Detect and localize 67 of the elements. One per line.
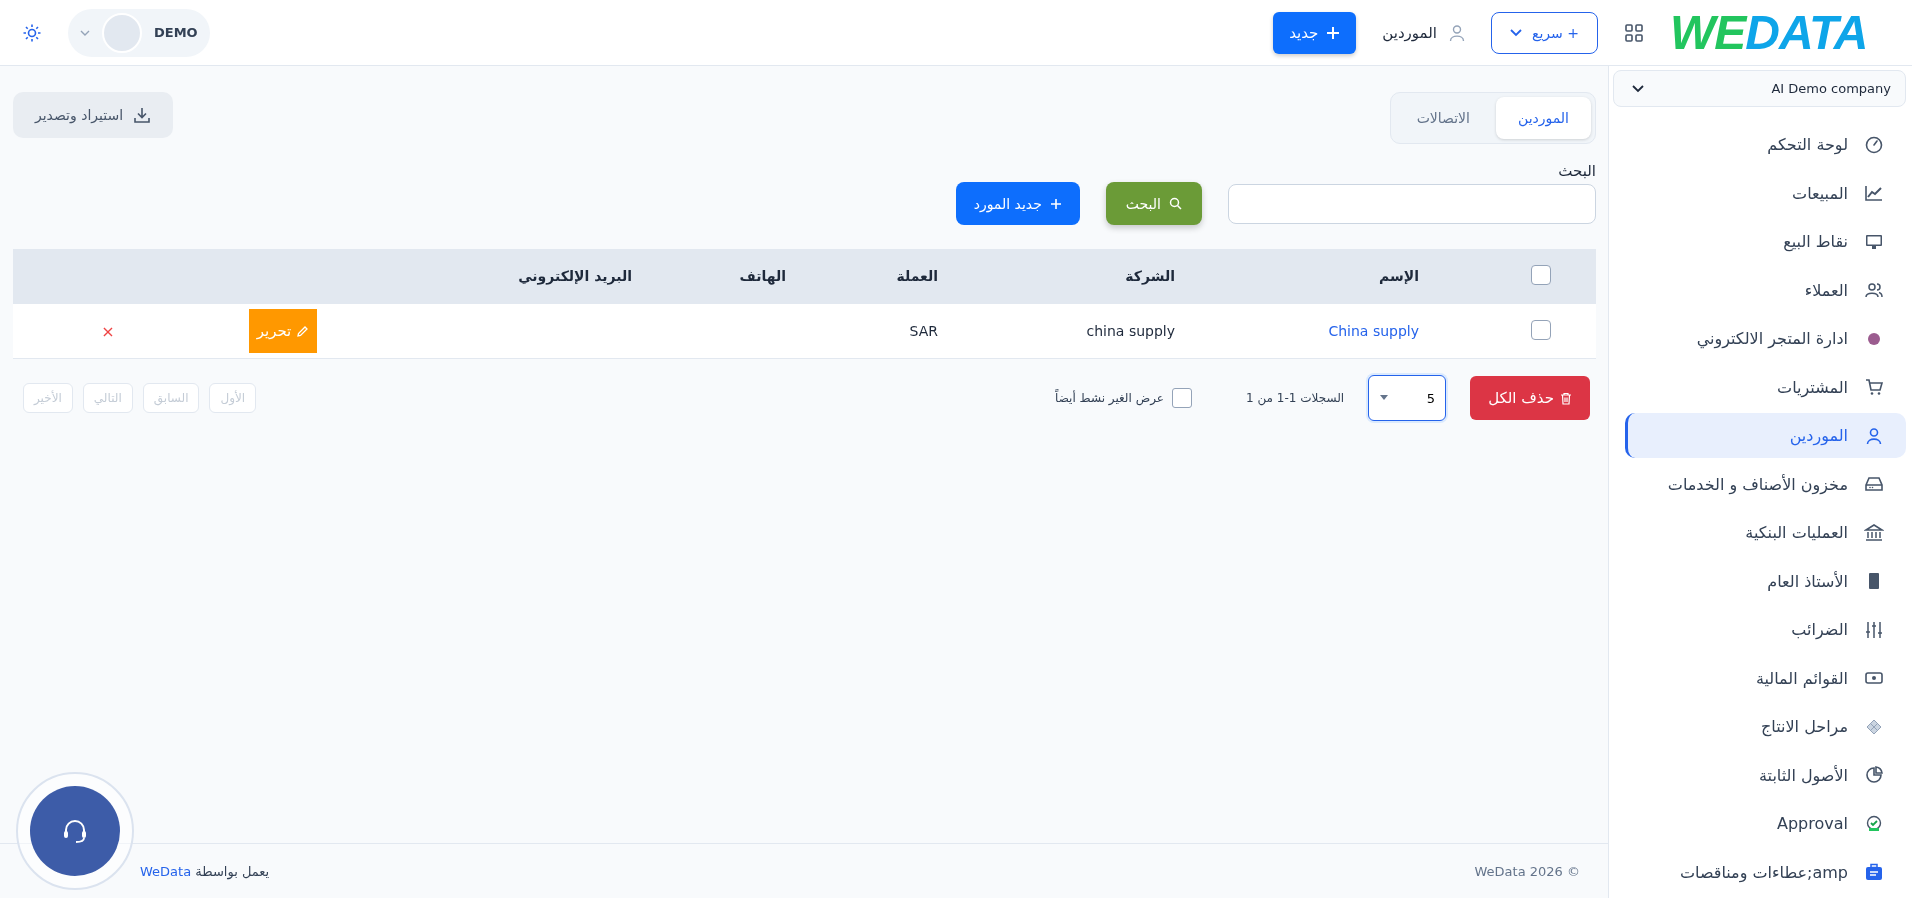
delete-button[interactable]: × [97,321,119,341]
sidebar-item[interactable]: لوحة التحكم [1613,122,1906,168]
briefcase-icon [1864,862,1884,883]
records-count: السجلات 1-1 من 1 [1245,391,1345,405]
page-size-select[interactable]: 5 [1368,375,1447,421]
pie-chart-icon [1864,765,1884,786]
sidebar-item[interactable]: مراحل الانتاج [1613,704,1906,750]
line-chart-icon [1864,183,1884,204]
plus-icon [1326,25,1341,40]
column-header: الشركة [1124,268,1176,284]
sidebar-item[interactable]: مخزون الأصناف و الخدمات [1613,461,1906,507]
sidebar-item[interactable]: amp;عطاءات ومناقصات [1613,849,1906,895]
sidebar-item[interactable]: الأصول الثابتة [1613,752,1906,798]
search-field[interactable] [1228,184,1596,224]
table-cell-text: SAR [908,323,939,339]
search-label: البحث [1557,162,1596,180]
page-title: الموردين [1382,23,1437,42]
supplier-link[interactable]: China supply [1328,323,1419,339]
select-all-checkbox[interactable] [1531,265,1551,285]
sliders-icon [1864,619,1884,640]
search-icon [1169,197,1182,210]
user-icon [1864,425,1884,446]
sidebar-item[interactable]: العمليات البنكية [1613,510,1906,556]
chevron-icon [80,29,90,36]
download-icon [133,106,152,124]
sidebar-item[interactable]: الأستاذ العام [1613,558,1906,604]
user-icon [1449,23,1465,42]
delete-all-button[interactable]: حذف الكل [1470,376,1590,420]
copyright: © WeData 2026 [1474,863,1580,879]
chevron-icon [1632,84,1644,93]
sidebar-item[interactable]: الضرائب [1613,607,1906,653]
sidebar-item[interactable]: الموردين [1625,413,1906,459]
tab[interactable]: الموردين [1495,97,1591,139]
sidebar-item[interactable]: العملاء [1613,267,1906,313]
table-cell-text: china supply [1085,323,1176,339]
caret-icon [1379,395,1390,401]
grid-icon[interactable] [1624,22,1644,43]
cart-icon [1864,377,1884,398]
logo: WEDATA [1670,8,1869,57]
sun-icon[interactable] [22,22,42,43]
column-header: الهاتف [738,268,787,284]
badge-check-icon [1864,813,1884,834]
show-inactive-label: عرض الغير نشط أيضاً [1055,391,1164,405]
bank-icon [1864,522,1884,543]
tab[interactable]: الاتصالات [1394,97,1492,139]
column-header: الإسم [1378,268,1420,284]
sidebar-item[interactable]: المشتريات [1613,364,1906,410]
gauge-icon [1864,134,1884,155]
sidebar-item[interactable]: المبيعات [1613,170,1906,216]
column-header: البريد الإلكتروني [517,268,633,284]
user-menu[interactable]: DEMO [68,8,210,57]
row-checkbox[interactable] [1531,320,1551,340]
chevron-icon [1510,28,1522,37]
sidebar-item[interactable]: نقاط البيع [1613,219,1906,265]
sidebar-item[interactable]: ادارة المتجر الالكتروني [1613,316,1906,362]
import-export-button[interactable]: استيراد وتصدير [13,92,174,138]
column-header: العملة [895,268,939,284]
powered-by-link[interactable]: WeData [140,863,192,879]
quick-button[interactable]: + سريع [1491,11,1598,54]
new-button[interactable]: جديد [1273,11,1357,54]
new-supplier-button[interactable]: جديد المورد [955,182,1080,225]
pencil-icon [296,324,310,338]
company-selector[interactable]: AI Demo company [1613,70,1906,108]
sidebar-item[interactable]: Approval [1613,801,1906,847]
plus-icon [1049,197,1062,210]
trash-icon [1560,391,1572,405]
sidebar-item[interactable]: القوائم المالية [1613,655,1906,701]
